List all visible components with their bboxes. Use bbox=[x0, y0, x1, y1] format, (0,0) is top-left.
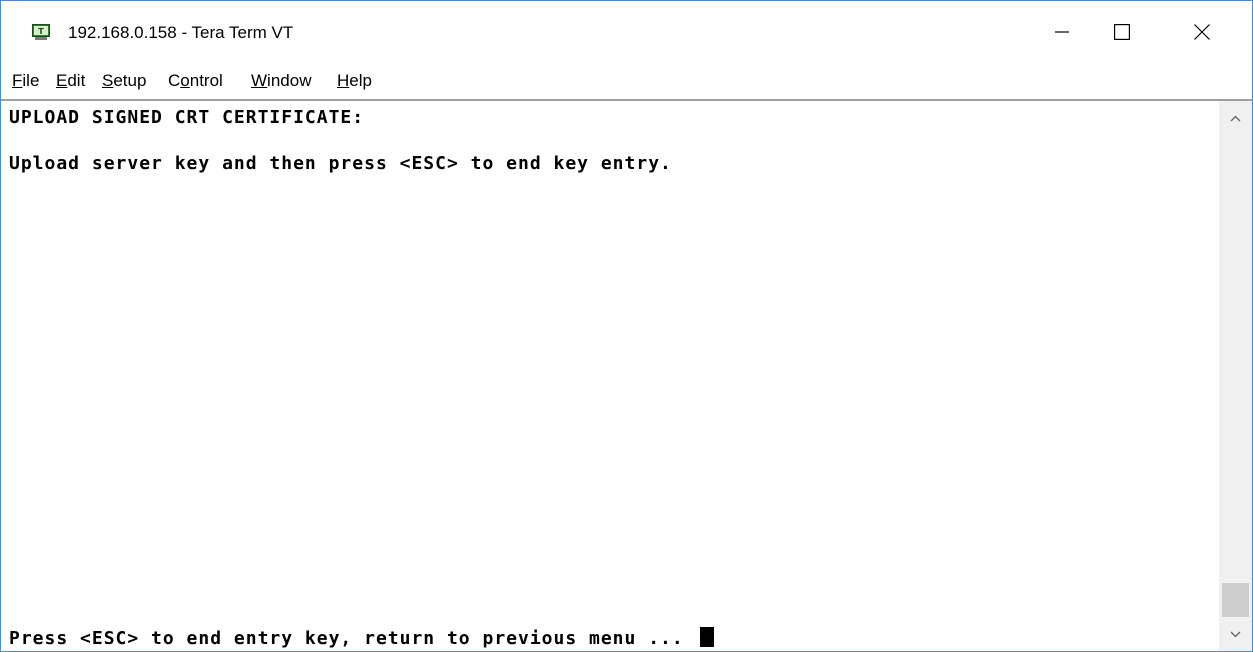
chevron-down-icon bbox=[1230, 625, 1241, 643]
terminal-area[interactable]: UPLOAD SIGNED CRT CERTIFICATE: Upload se… bbox=[1, 101, 1219, 651]
scroll-up-button[interactable] bbox=[1219, 101, 1252, 135]
maximize-icon bbox=[1114, 23, 1131, 45]
vertical-scrollbar[interactable] bbox=[1219, 101, 1252, 651]
tera-term-window: T 192.168.0.158 - Tera Term VT File Edit… bbox=[0, 0, 1253, 652]
menu-window[interactable]: Window bbox=[251, 71, 311, 91]
title-bar[interactable]: T 192.168.0.158 - Tera Term VT bbox=[1, 1, 1252, 65]
menu-bar: File Edit Setup Control Window Help bbox=[1, 65, 1252, 99]
menu-file[interactable]: File bbox=[12, 71, 39, 91]
menu-help[interactable]: Help bbox=[337, 71, 372, 91]
minimize-icon bbox=[1055, 25, 1069, 44]
close-button[interactable] bbox=[1152, 1, 1252, 67]
maximize-button[interactable] bbox=[1092, 1, 1152, 67]
minimize-button[interactable] bbox=[1032, 1, 1092, 67]
text-cursor bbox=[699, 627, 714, 647]
terminal-prompt-line: Press <ESC> to end entry key, return to … bbox=[9, 627, 714, 650]
scrollbar-thumb[interactable] bbox=[1222, 583, 1249, 617]
terminal-prompt-text: Press <ESC> to end entry key, return to … bbox=[9, 628, 696, 649]
svg-text:T: T bbox=[38, 27, 44, 36]
window-title: 192.168.0.158 - Tera Term VT bbox=[68, 23, 294, 42]
scroll-down-button[interactable] bbox=[1219, 617, 1252, 651]
tera-term-icon[interactable]: T bbox=[32, 24, 50, 40]
chevron-up-icon bbox=[1230, 109, 1241, 127]
menu-setup[interactable]: Setup bbox=[102, 71, 146, 91]
menu-edit[interactable]: Edit bbox=[56, 71, 85, 91]
close-icon bbox=[1194, 23, 1210, 45]
menu-control[interactable]: Control bbox=[168, 71, 223, 91]
terminal-line: Upload server key and then press <ESC> t… bbox=[9, 153, 672, 174]
terminal-line: UPLOAD SIGNED CRT CERTIFICATE: bbox=[9, 107, 365, 128]
